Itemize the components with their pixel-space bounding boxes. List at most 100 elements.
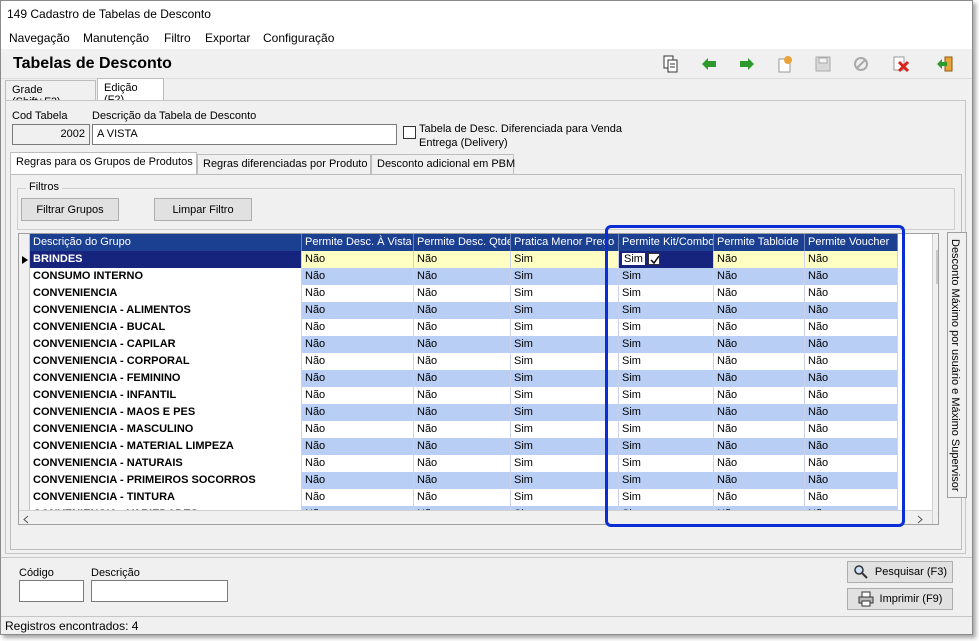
previous-button[interactable] [697,53,721,75]
next-button[interactable] [735,53,759,75]
cell-desc-vista[interactable]: Não [302,472,414,489]
cell-descricao[interactable]: CONVENIENCIA - CAPILAR [30,336,302,353]
cell-desc-qtde[interactable]: Não [414,387,511,404]
cell-desc-vista[interactable]: Não [302,353,414,370]
delivery-checkbox[interactable] [403,126,416,139]
cell-menor-preco[interactable]: Sim [511,353,619,370]
cell-desc-vista[interactable]: Não [302,268,414,285]
menu-exportar[interactable]: Exportar [205,31,250,45]
cell-menor-preco[interactable]: Sim [511,489,619,506]
cancel-button[interactable] [849,53,873,75]
cell-desc-qtde[interactable]: Não [414,302,511,319]
cell-menor-preco[interactable]: Sim [511,336,619,353]
tab-edicao[interactable]: Edição (F2) [97,78,164,106]
cell-descricao[interactable]: CONVENIENCIA - NATURAIS [30,455,302,472]
page-title: Tabelas de Desconto [13,55,172,72]
cell-desc-qtde[interactable]: Não [414,421,511,438]
tab-desconto-pbm[interactable]: Desconto adicional em PBM [371,154,515,174]
cell-menor-preco[interactable]: Sim [511,251,619,268]
col-header-desc-vista[interactable]: Permite Desc. À Vista [302,234,414,251]
cell-desc-qtde[interactable]: Não [414,319,511,336]
cell-desc-qtde[interactable]: Não [414,489,511,506]
scroll-thumb[interactable] [936,250,938,284]
scroll-right-icon[interactable] [917,515,923,524]
col-header-descricao[interactable]: Descrição do Grupo [30,234,302,251]
cell-descricao[interactable]: CONVENIENCIA - CORPORAL [30,353,302,370]
filtrar-grupos-button[interactable]: Filtrar Grupos [21,198,119,221]
cell-desc-vista[interactable]: Não [302,489,414,506]
cell-menor-preco[interactable]: Sim [511,302,619,319]
cell-desc-vista[interactable]: Não [302,404,414,421]
cell-descricao[interactable]: CONVENIENCIA - INFANTIL [30,387,302,404]
cell-descricao[interactable]: CONSUMO INTERNO [30,268,302,285]
pesquisar-button[interactable]: Pesquisar (F3) [847,561,953,583]
imprimir-button[interactable]: Imprimir (F9) [847,588,953,610]
cell-desc-vista[interactable]: Não [302,285,414,302]
arrow-right-icon [740,58,754,70]
codigo-field[interactable] [19,580,84,602]
new-button[interactable] [773,53,797,75]
cell-desc-vista[interactable]: Não [302,302,414,319]
menu-navegacao[interactable]: Navegação [9,31,70,45]
filtros-group: Filtros Filtrar Grupos Limpar Filtro [17,181,955,230]
tab-grade[interactable]: Grade (Shift+F3) [5,80,96,108]
vertical-scrollbar[interactable] [932,234,939,524]
descricao-field[interactable] [91,580,228,602]
scroll-down-icon[interactable] [937,512,939,518]
cell-menor-preco[interactable]: Sim [511,387,619,404]
cell-descricao[interactable]: BRINDES [30,251,302,268]
cell-desc-qtde[interactable]: Não [414,472,511,489]
cell-menor-preco[interactable]: Sim [511,438,619,455]
menu-filtro[interactable]: Filtro [164,31,191,45]
imprimir-label: Imprimir (F9) [879,593,943,605]
col-header-menor-preco[interactable]: Pratica Menor Preço [511,234,619,251]
cell-descricao[interactable]: CONVENIENCIA - MASCULINO [30,421,302,438]
cell-menor-preco[interactable]: Sim [511,268,619,285]
cell-desc-qtde[interactable]: Não [414,268,511,285]
desconto-maximo-panel[interactable]: Desconto Máximo por usuário e Máximo Sup… [947,232,967,498]
copy-button[interactable] [659,53,683,75]
cell-desc-vista[interactable]: Não [302,421,414,438]
cell-desc-qtde[interactable]: Não [414,455,511,472]
descricao-tabela-field[interactable]: A VISTA [92,124,397,145]
scroll-left-icon[interactable] [23,515,29,524]
cell-descricao[interactable]: CONVENIENCIA - TINTURA [30,489,302,506]
cell-desc-vista[interactable]: Não [302,336,414,353]
cell-desc-qtde[interactable]: Não [414,370,511,387]
cell-descricao[interactable]: CONVENIENCIA - ALIMENTOS [30,302,302,319]
cell-menor-preco[interactable]: Sim [511,472,619,489]
cell-descricao[interactable]: CONVENIENCIA - FEMININO [30,370,302,387]
delete-button[interactable] [889,53,913,75]
cell-desc-vista[interactable]: Não [302,370,414,387]
menu-manutencao[interactable]: Manutenção [83,31,149,45]
cell-descricao[interactable]: CONVENIENCIA - MATERIAL LIMPEZA [30,438,302,455]
cell-desc-qtde[interactable]: Não [414,438,511,455]
cell-menor-preco[interactable]: Sim [511,421,619,438]
cell-menor-preco[interactable]: Sim [511,319,619,336]
cell-menor-preco[interactable]: Sim [511,285,619,302]
cell-desc-qtde[interactable]: Não [414,336,511,353]
cell-desc-vista[interactable]: Não [302,455,414,472]
cell-desc-qtde[interactable]: Não [414,251,511,268]
cell-desc-qtde[interactable]: Não [414,404,511,421]
col-header-desc-qtde[interactable]: Permite Desc. Qtde [414,234,511,251]
cell-menor-preco[interactable]: Sim [511,404,619,421]
tab-regras-produto[interactable]: Regras diferenciadas por Produto [197,154,371,174]
cell-descricao[interactable]: CONVENIENCIA - MAOS E PES [30,404,302,421]
cell-menor-preco[interactable]: Sim [511,370,619,387]
cell-descricao[interactable]: CONVENIENCIA [30,285,302,302]
cell-desc-qtde[interactable]: Não [414,285,511,302]
cell-desc-vista[interactable]: Não [302,438,414,455]
menu-configuracao[interactable]: Configuração [263,31,334,45]
tab-regras-grupos[interactable]: Regras para os Grupos de Produtos [10,152,197,174]
cell-desc-vista[interactable]: Não [302,387,414,404]
cell-descricao[interactable]: CONVENIENCIA - PRIMEIROS SOCORROS [30,472,302,489]
cell-desc-vista[interactable]: Não [302,251,414,268]
cell-desc-qtde[interactable]: Não [414,353,511,370]
save-button[interactable] [811,53,835,75]
cell-descricao[interactable]: CONVENIENCIA - BUCAL [30,319,302,336]
limpar-filtro-button[interactable]: Limpar Filtro [154,198,252,221]
exit-button[interactable] [933,53,957,75]
cell-menor-preco[interactable]: Sim [511,455,619,472]
cell-desc-vista[interactable]: Não [302,319,414,336]
